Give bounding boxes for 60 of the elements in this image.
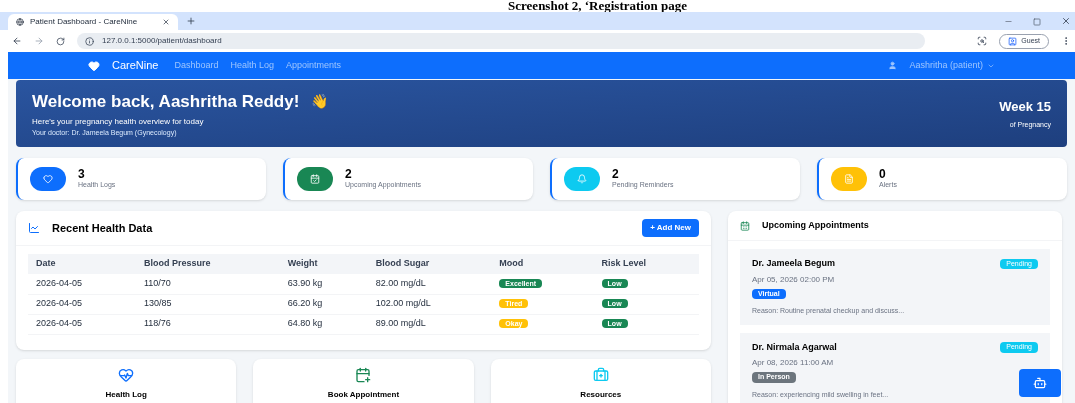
brand-name[interactable]: CareNine [112, 57, 159, 74]
table-cell: 63.90 kg [279, 274, 368, 294]
maximize-icon[interactable] [1033, 18, 1041, 26]
column-header: Blood Sugar [367, 254, 492, 274]
column-header: Mood [491, 254, 594, 274]
chart-icon [28, 222, 40, 234]
table-cell: 2026-04-05 [28, 274, 136, 294]
pregnancy-week: Week 15 [999, 97, 1051, 116]
table-cell: 2026-04-05 [28, 294, 136, 314]
url-text: 127.0.0.1:5000/patient/dashboard [102, 35, 222, 47]
appointment-time: Apr 08, 2026 11:00 AM [752, 357, 834, 370]
table-cell: 89.00 mg/dL [367, 314, 492, 334]
back-icon[interactable] [12, 36, 22, 46]
close-icon[interactable] [1061, 16, 1071, 26]
info-icon [85, 36, 94, 46]
stat-value: 0 [879, 167, 887, 180]
new-tab-icon[interactable] [186, 16, 196, 26]
column-header: Weight [279, 254, 368, 274]
user-icon [888, 61, 898, 70]
tab-title: Patient Dashboard - CareNine [30, 16, 139, 28]
robot-icon [1033, 376, 1047, 390]
reload-icon[interactable] [56, 36, 65, 46]
stat-value: 2 [612, 167, 620, 180]
quick-action-card[interactable]: Resources [490, 359, 711, 403]
action-label: Book Appointment [327, 389, 400, 401]
add-new-button[interactable]: + Add New [642, 219, 699, 237]
quick-action-card[interactable]: Book Appointment [253, 359, 474, 403]
globe-icon [16, 18, 24, 26]
browser-tab[interactable]: Patient Dashboard - CareNine [8, 14, 178, 30]
column-header: Blood Pressure [136, 254, 280, 274]
chatbot-button[interactable] [1019, 369, 1061, 397]
stat-value: 2 [345, 167, 353, 180]
close-icon[interactable] [162, 18, 170, 26]
table-cell: 130/85 [136, 294, 280, 314]
wave-emoji: 👋 [311, 91, 329, 111]
table-cell: 82.00 mg/dL [367, 274, 492, 294]
table-cell: 118/76 [136, 314, 280, 334]
appointment-time: Apr 05, 2026 02:00 PM [752, 273, 835, 286]
table-cell: 66.20 kg [279, 294, 368, 314]
card-title: Recent Health Data [52, 220, 154, 236]
table-cell: 2026-04-05 [28, 314, 136, 334]
card-title: Upcoming Appointments [762, 218, 869, 232]
stat-value: 3 [78, 167, 86, 180]
calendar-icon [740, 220, 750, 231]
action-label: Resources [580, 389, 622, 401]
action-label: Health Log [105, 389, 147, 401]
doctor-name: Dr. Nirmala Agarwal [752, 340, 838, 354]
profile-icon [1008, 36, 1018, 46]
column-header: Risk Level [593, 254, 699, 274]
column-header: Date [28, 254, 136, 274]
address-bar[interactable]: 127.0.0.1:5000/patient/dashboard [77, 33, 926, 49]
quick-action-card[interactable]: Health Log [16, 359, 237, 403]
table-cell: 102.00 mg/dL [367, 294, 492, 314]
doctor-name: Dr. Jameela Begum [752, 257, 837, 270]
screen-search-icon[interactable] [977, 36, 988, 46]
table-cell: 110/70 [136, 274, 280, 294]
welcome-title: Welcome back, Aashritha Reddy! [32, 90, 300, 113]
heart-logo-icon [88, 59, 100, 72]
table-cell: 64.80 kg [279, 314, 368, 334]
welcome-subtitle: Here's your pregnancy health overview for today [32, 116, 205, 128]
